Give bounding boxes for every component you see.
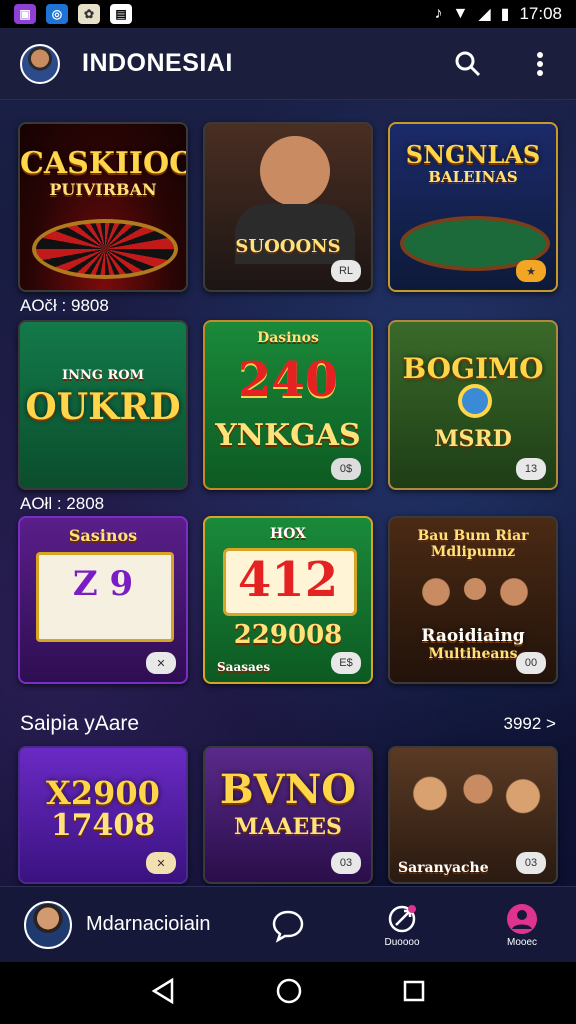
bottom-nav: Mdarnacioiain Duoooo Mooec	[0, 886, 576, 962]
section-title: Saipia yAare	[20, 712, 140, 735]
profile-name[interactable]: Mdarnacioiain	[86, 913, 236, 936]
status-bar: ▣ ◎ ✿ ▤ ♪ ▼ ◢ ▮ 17:08	[0, 0, 576, 28]
game-tile[interactable]: BOGIMO MSRD 13	[388, 320, 558, 490]
close-icon[interactable]: ✕	[146, 852, 176, 874]
game-tile[interactable]: Bau Bum Riar Mdlipunnz Raoidiaing Multih…	[388, 516, 558, 684]
back-icon[interactable]	[150, 977, 176, 1010]
nav-label: Mooec	[506, 937, 537, 948]
game-tile[interactable]: CASKIIOO PUIVIRBAN	[18, 122, 188, 292]
game-subtitle: YNKGAS	[215, 418, 361, 453]
game-subtitle: SUOOONS	[235, 236, 341, 257]
settings-icon: ✿	[78, 4, 100, 24]
game-subtitle: PUIVIRBAN	[49, 180, 157, 199]
share-icon	[388, 905, 416, 933]
status-badge: 13	[516, 458, 546, 480]
game-top-label: Bau Bum Riar Mdlipunnz	[417, 528, 529, 560]
game-subtitle: BALEINAS	[428, 168, 518, 186]
signal-icon: ◢	[478, 6, 491, 23]
bag-icon: ▤	[110, 4, 132, 24]
game-top-label: HOX	[269, 526, 307, 542]
status-badge: 0$	[331, 458, 361, 480]
status-badge: 03	[516, 852, 546, 874]
share-button[interactable]: Duoooo	[384, 903, 420, 948]
home-icon[interactable]	[275, 977, 303, 1010]
game-title: OUKRD	[25, 386, 181, 428]
status-badge: RL	[331, 260, 361, 282]
vibrate-icon: ♪	[434, 5, 443, 22]
poker-chip-icon	[458, 384, 492, 418]
game-subtitle: MAAEES	[234, 814, 342, 840]
app-icon: ▣	[14, 4, 36, 24]
game-tile[interactable]: Sasinos Z 9 ✕	[18, 516, 188, 684]
status-time: 17:08	[519, 4, 562, 23]
game-title: Z 9	[72, 564, 134, 604]
game-subtitle: MSRD	[434, 426, 512, 452]
game-title: Raoidiaing	[421, 626, 525, 646]
row-caption: AOčł : 9808	[20, 296, 109, 315]
status-badge: 00	[516, 652, 546, 674]
status-badge: E$	[331, 652, 361, 674]
battery-icon: ▮	[500, 6, 510, 23]
people-figures	[410, 568, 540, 628]
more-vert-icon[interactable]	[524, 48, 556, 80]
status-badge: ★	[516, 260, 546, 282]
game-tile[interactable]: HOX 412 229008 Saasaes E$	[203, 516, 373, 684]
game-tile[interactable]: X2900 17408 ✕	[18, 746, 188, 884]
game-title: 412	[237, 552, 339, 608]
game-tile[interactable]: Dasinos 240 YNKGAS 0$	[203, 320, 373, 490]
close-icon[interactable]: ✕	[146, 652, 176, 674]
game-tile[interactable]: Saranyache 03	[388, 746, 558, 884]
game-subtitle: INNG ROM	[62, 368, 144, 383]
game-subtitle: Sasinos	[68, 526, 138, 545]
page-title: INDONESIAI	[82, 49, 233, 77]
recents-icon[interactable]	[402, 979, 426, 1008]
chat-button[interactable]	[270, 907, 306, 943]
game-subtitle: 229008	[233, 620, 343, 650]
profile-button[interactable]: Mooec	[504, 903, 540, 948]
system-nav-bar	[0, 962, 576, 1024]
game-title: CASKIIOO	[20, 146, 188, 181]
nav-label: Duoooo	[384, 937, 420, 948]
game-title: BOGIMO	[402, 352, 544, 385]
game-tile[interactable]: INNG ROM OUKRD	[18, 320, 188, 490]
game-top-label: Dasinos	[257, 330, 319, 346]
avatar[interactable]	[20, 43, 60, 84]
status-badge: 03	[331, 852, 361, 874]
people-figures	[400, 762, 550, 852]
row-caption: AOłl : 2808	[20, 494, 105, 513]
game-title: SNGNLAS	[405, 140, 541, 169]
game-title: X2900	[46, 774, 160, 812]
game-title: 240	[237, 352, 339, 408]
game-tile[interactable]: SUOOONS RL	[203, 122, 373, 292]
game-subtitle: 17408	[50, 808, 156, 843]
search-icon[interactable]	[452, 48, 484, 80]
game-tile[interactable]: BVNO MAAEES 03	[203, 746, 373, 884]
dealer-figure	[260, 136, 330, 206]
browser-icon: ◎	[46, 4, 68, 24]
profile-icon	[507, 904, 537, 934]
game-tile[interactable]: SNGNLAS BALEINAS ★	[388, 122, 558, 292]
wifi-icon: ▼	[452, 5, 469, 22]
roulette-wheel-icon	[32, 219, 178, 279]
avatar[interactable]	[24, 900, 72, 949]
see-all-link[interactable]: 3992 >	[504, 714, 556, 734]
chat-icon	[272, 910, 304, 943]
app-bar: INDONESIAI	[0, 28, 576, 100]
game-title: BVNO	[219, 766, 357, 813]
